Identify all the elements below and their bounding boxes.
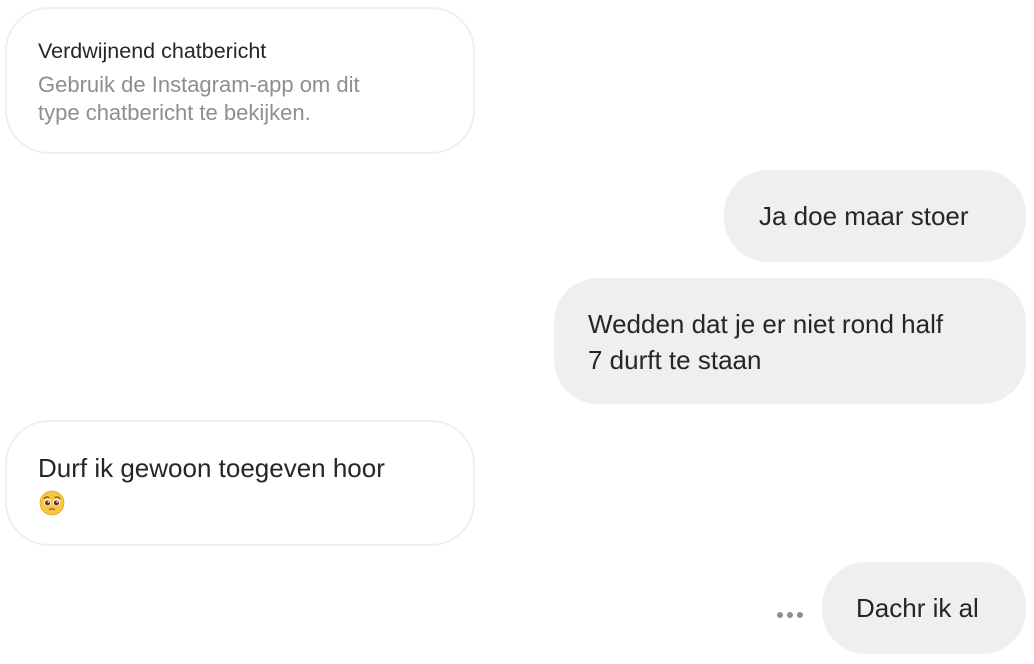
disappearing-message-title: Verdwijnend chatbericht [38, 39, 267, 63]
message-text-line-1: Wedden dat je er niet rond half [588, 309, 944, 339]
message-text-line-2: 7 durft te staan [588, 345, 762, 375]
message-bubble-outgoing[interactable]: Wedden dat je er niet rond half 7 durft … [554, 278, 1026, 404]
message-bubble-incoming[interactable]: Durf ik gewoon toegeven hoor [5, 420, 475, 546]
message-text: Durf ik gewoon toegeven hoor [38, 453, 385, 483]
message-bubble-outgoing[interactable]: Dachr ik al [822, 562, 1026, 654]
disappearing-message-body-line-1: Gebruik de Instagram-app om dit [38, 72, 360, 97]
pleading-face-icon [39, 490, 65, 516]
disappearing-message-body-line-2: type chatbericht te bekijken. [38, 100, 311, 125]
message-text: Dachr ik al [856, 593, 979, 623]
message-text: Ja doe maar stoer [759, 201, 969, 231]
disappearing-message-bubble[interactable]: Verdwijnend chatbericht Gebruik de Insta… [5, 7, 475, 154]
message-bubble-outgoing[interactable]: Ja doe maar stoer [724, 170, 1026, 262]
ellipsis-icon[interactable] [770, 602, 810, 632]
